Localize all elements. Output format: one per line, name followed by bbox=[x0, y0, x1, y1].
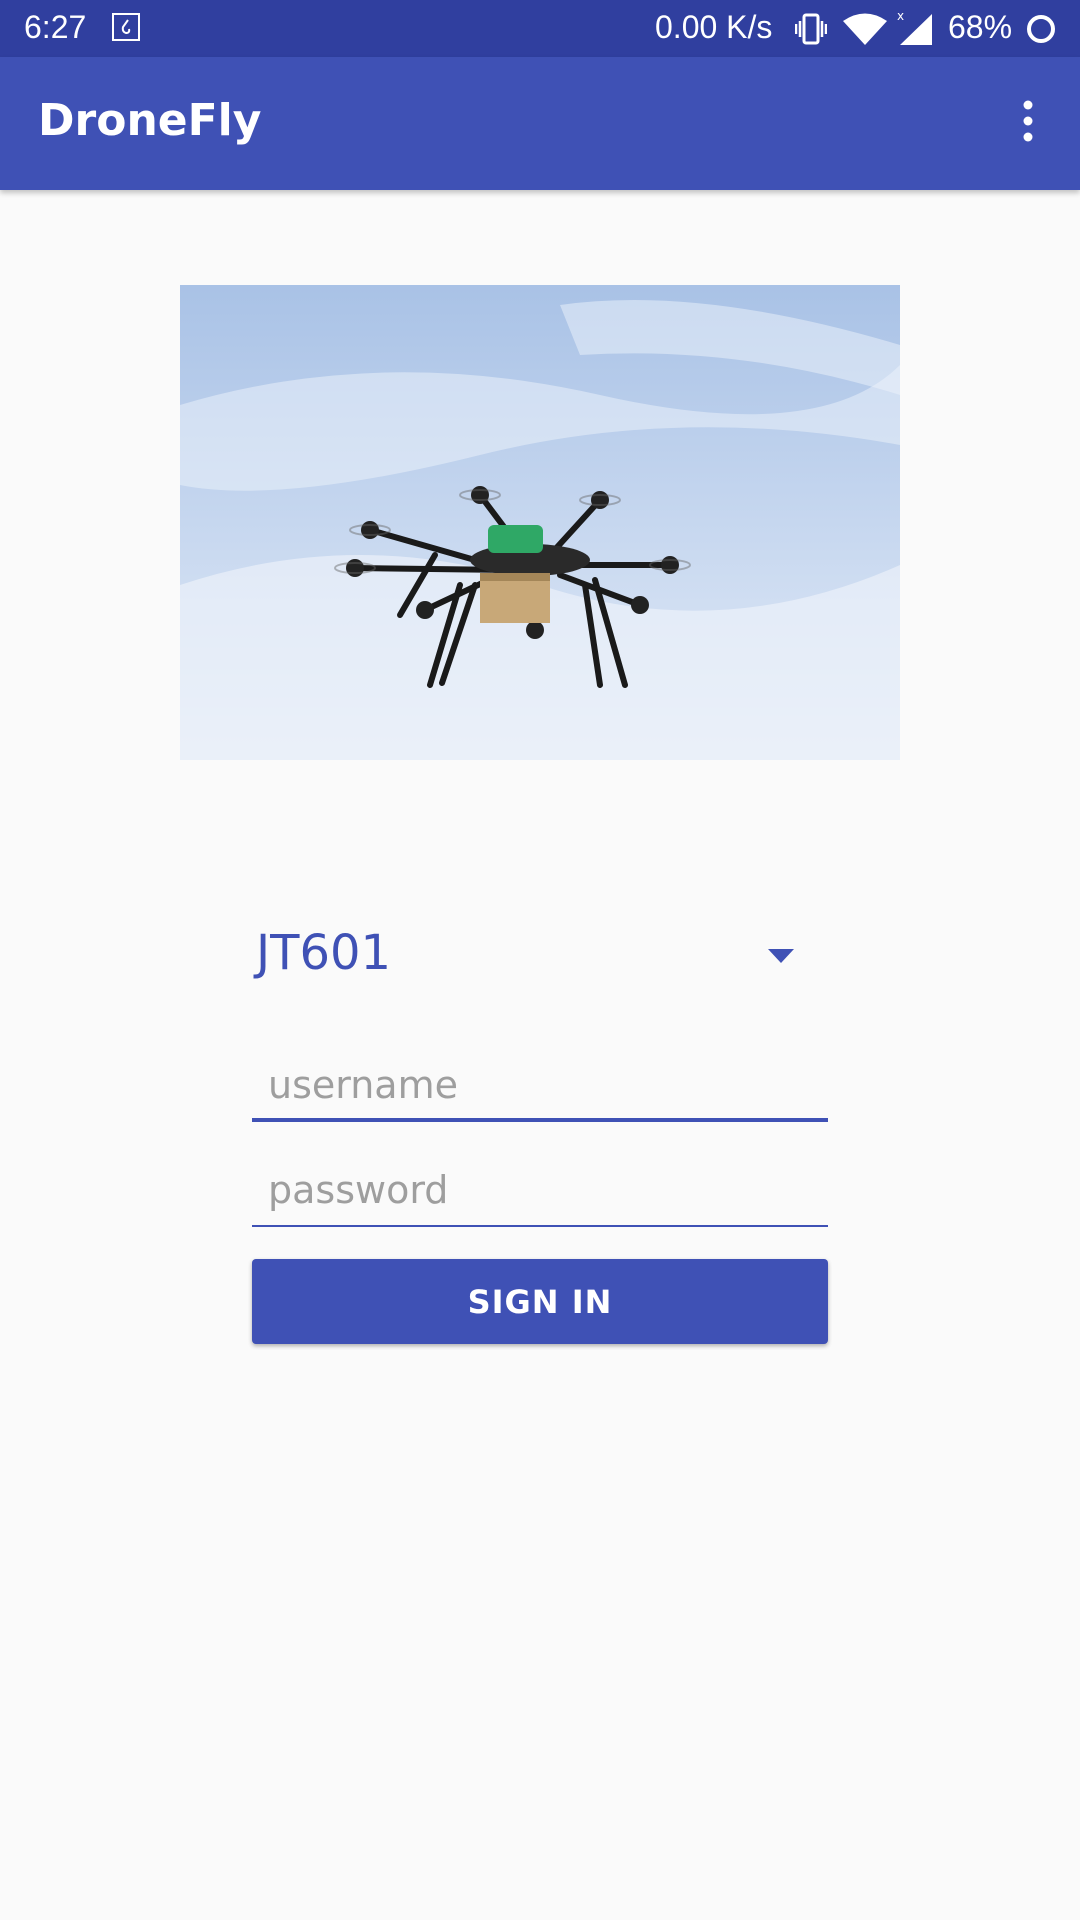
status-time: 6:27 bbox=[24, 9, 87, 45]
app-title: DroneFly bbox=[38, 95, 262, 146]
battery-icon bbox=[1027, 15, 1055, 43]
battery-percent: 68% bbox=[948, 9, 1013, 45]
password-underline bbox=[252, 1225, 828, 1227]
dropdown-arrow-icon bbox=[768, 949, 794, 963]
flight-select-value: JT601 bbox=[256, 925, 392, 981]
app-bar: DroneFly bbox=[0, 57, 1080, 190]
signal-icon: x bbox=[897, 10, 932, 45]
network-speed: 0.00 K/s bbox=[655, 9, 773, 45]
notification-icon bbox=[112, 13, 140, 41]
wifi-icon bbox=[843, 13, 887, 45]
overflow-menu-icon[interactable] bbox=[1010, 97, 1046, 145]
flight-select[interactable]: JT601 bbox=[252, 915, 828, 995]
username-field[interactable] bbox=[252, 1052, 828, 1122]
username-input[interactable] bbox=[252, 1052, 828, 1118]
sign-in-button[interactable]: SIGN IN bbox=[252, 1259, 828, 1344]
password-input[interactable] bbox=[252, 1157, 828, 1223]
password-field[interactable] bbox=[252, 1157, 828, 1227]
svg-text:x: x bbox=[897, 10, 904, 23]
drone-photo bbox=[180, 285, 900, 760]
status-bar: 6:27 0.00 K/s x 68% bbox=[0, 0, 1080, 57]
username-underline bbox=[252, 1118, 828, 1122]
vibrate-icon bbox=[795, 13, 827, 45]
